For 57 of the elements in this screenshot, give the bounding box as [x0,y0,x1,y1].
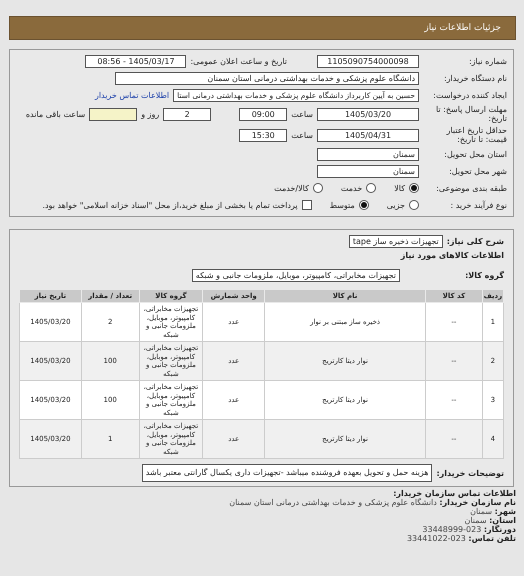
radio-label: کالا/خدمت [274,184,309,192]
contact-label: تلفن تماس: [468,534,516,543]
radio-label: جزیی [386,200,405,210]
contact-link[interactable]: اطلاعات تماس خریدار [94,90,170,100]
field-label: استان محل تحویل: [443,150,508,158]
contact-value: 023-33448999 [422,525,482,534]
contact-label: نام سازمان خریدار: [439,498,516,507]
summary-field: تجهیزات ذخیره ساز tape [348,235,443,248]
hours-field [89,108,138,120]
radio-button[interactable] [358,200,369,210]
radio-label: متوسط [330,200,355,210]
time-label: ساعت [291,130,313,140]
field-label: شماره نیاز: [468,56,508,66]
buyer-field: دانشگاه علوم پزشکی و خدمات بهداشتی درمانی استان سمنان [115,72,419,84]
radio-button[interactable] [366,183,376,193]
field-label: مهلت ارسال پاسخ: تا تاریخ: [434,105,508,123]
contact-title: اطلاعات تماس سازمان خریدار: [392,489,516,498]
date-field: 1405/03/20 [317,108,419,120]
field-label: شرح کلی نیاز: [446,237,504,246]
section-heading: اطلاعات کالاهای مورد نیاز [399,251,504,260]
field-label: نوع فرآیند خرید : [449,200,508,210]
contact-label: استان: [489,516,516,525]
field-label: شهر محل تحویل: [448,166,508,176]
field-label: نام دستگاه خریدار: [443,74,508,82]
announce-date-field: 1405/03/17 - 08:56 [85,54,186,68]
radio-button[interactable] [312,183,323,193]
hours-label: ساعت باقی مانده [26,110,86,118]
field-label: ایجاد کننده درخواست: [432,90,508,100]
contact-value: سمنان [470,507,492,516]
date-field: 1405/04/31 [317,128,419,142]
checkbox-label: پرداخت تمام یا بخشی از مبلغ خرید،از محل "اسناد خزانه اسلامی" خواهد بود. [42,200,298,210]
days-field: 2 [163,108,212,120]
time-field: 15:30 [239,128,288,142]
field-label: گروه کالا: [464,271,504,280]
province-field: سمنان [317,148,419,160]
contact-value: 023-33441022 [406,534,466,543]
need-number-field: 1105090754000098 [317,54,419,68]
notes-field: هزینه حمل و تحویل بعهده فروشنده میباشد -تجهیزات داری یکسال گارانتی معتبر باشد [142,464,432,482]
contact-label: شهر: [494,507,516,516]
contact-label: دورنگار: [484,525,516,534]
contact-value: دانشگاه علوم پزشکی و خدمات بهداشتی درمانی استان سمنان [229,498,437,507]
contact-value: سمنان [464,516,487,525]
field-label: حداقل تاریخ اعتبار قیمت: تا تاریخ: [445,126,508,144]
checkbox[interactable] [302,200,312,210]
page-title: جزئیات اطلاعات نیاز [424,23,501,33]
radio-button[interactable] [409,183,419,193]
time-field: 09:00 [239,108,288,120]
time-label: ساعت [291,110,313,118]
days-label: روز و [141,110,160,118]
radio-button[interactable] [409,200,419,210]
radio-label: کالا [394,184,405,192]
field-label: تاریخ و ساعت اعلان عمومی: [190,56,287,66]
radio-label: خدمت [340,184,362,192]
city-field: سمنان [317,164,419,178]
field-label: توضیحات خریدار: [436,468,504,478]
field-label: طبقه بندی موضوعی: [435,184,508,192]
group-field: تجهیزات مخابراتی، کامپیوتر، موبایل، ملزومات جانبی و شبکه [192,269,400,282]
